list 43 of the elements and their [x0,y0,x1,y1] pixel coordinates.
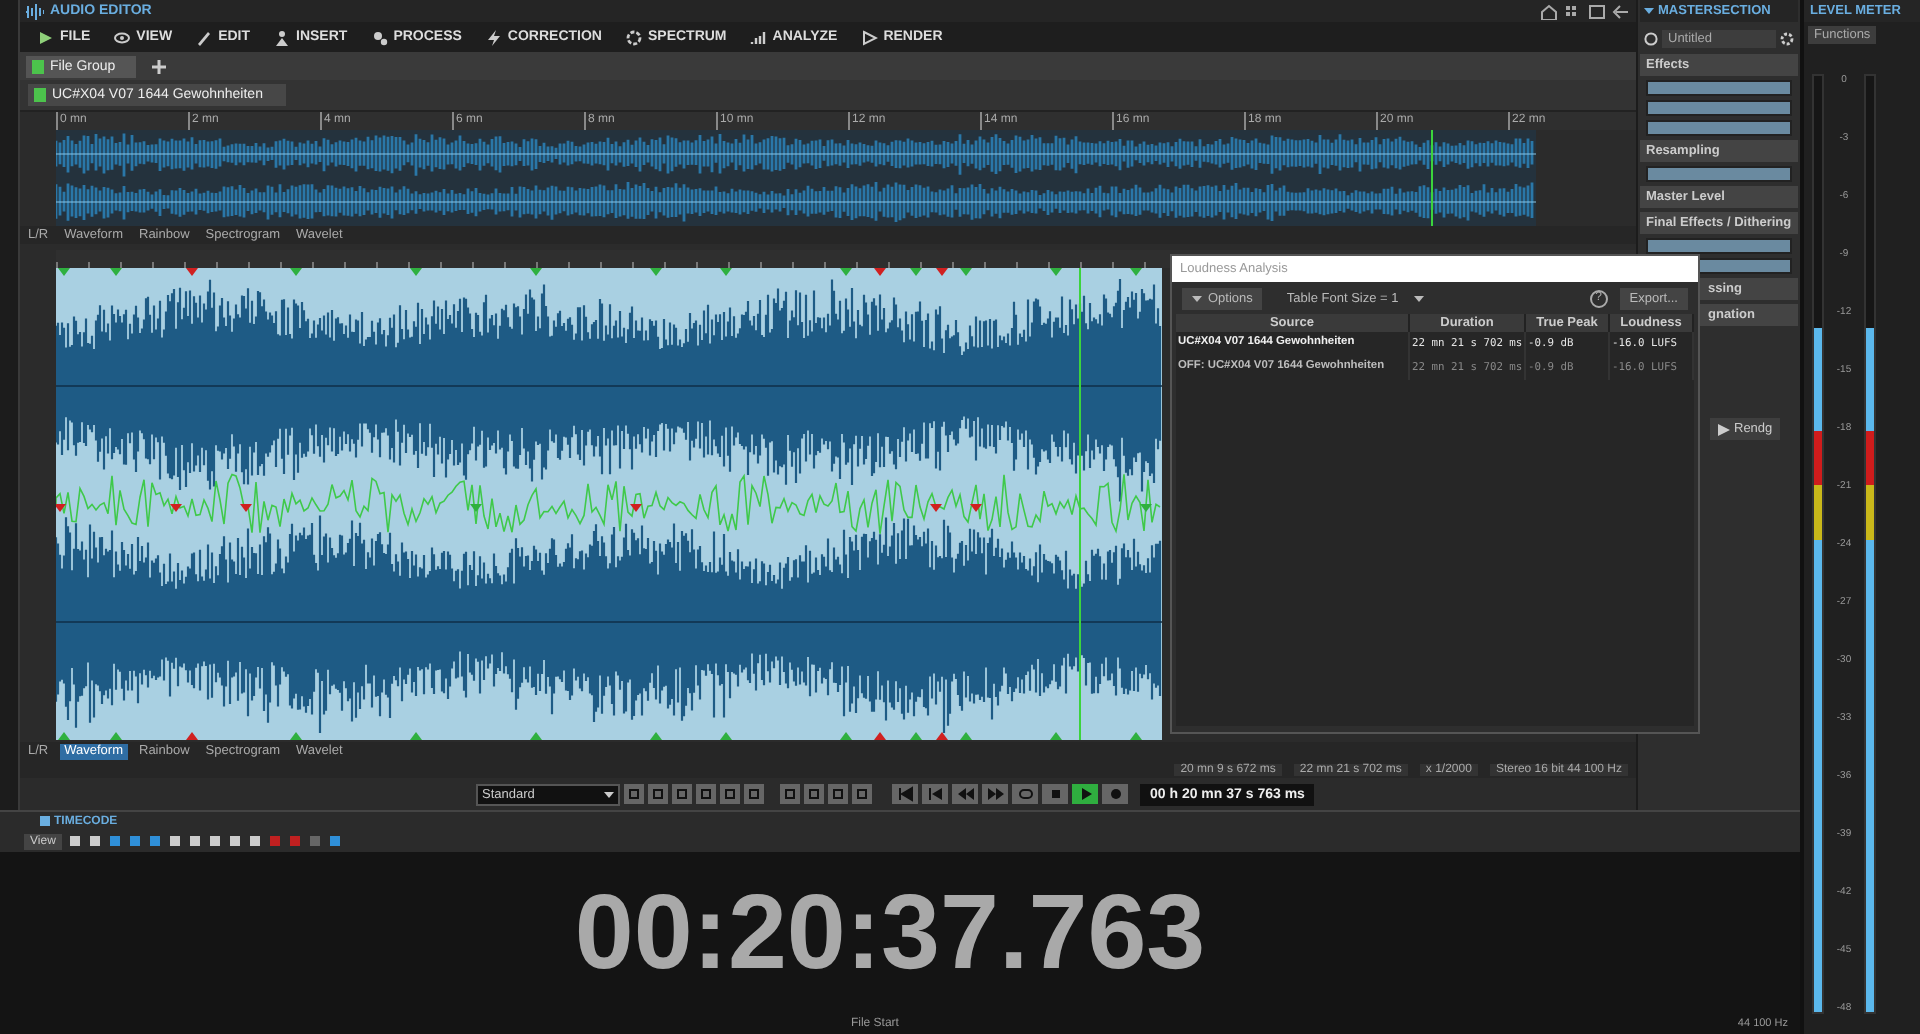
document-icon [32,59,44,73]
play-icon [861,29,878,45]
render-icon [1718,423,1730,435]
waveform-icon [26,3,44,19]
play-icon [1077,786,1093,802]
to-start-button[interactable] [892,784,918,804]
record-icon [1107,786,1123,802]
caret-icon [1192,295,1202,301]
grid-icon[interactable] [1564,3,1582,19]
bars-icon [750,29,767,45]
caret-icon [604,791,614,797]
stop-icon [1047,786,1063,802]
to-start-icon [897,786,913,802]
pen-icon [196,29,213,45]
caret-icon [1644,8,1654,14]
arrow-left-icon[interactable] [1612,3,1630,19]
dots-icon [371,29,388,45]
stop-button[interactable] [1042,784,1068,804]
loop-button[interactable] [1012,784,1038,804]
add-icon[interactable] [151,59,166,73]
record-button[interactable] [1102,784,1128,804]
prev-icon [927,786,943,802]
overview-waveform-drawing[interactable] [56,130,1536,226]
loop-icon [1017,786,1033,802]
settings-icon[interactable] [1780,31,1794,45]
home-icon[interactable] [1540,3,1558,19]
caret-icon [1414,295,1425,301]
window-icon[interactable] [1588,3,1606,19]
power-icon[interactable] [1644,31,1658,45]
rewind-icon [957,786,973,802]
eye-icon [114,29,131,45]
bolt-icon [485,29,502,45]
prev-button[interactable] [922,784,948,804]
person-icon [274,29,291,45]
waveform-drawing[interactable] [56,268,1162,740]
ring-icon [625,29,642,45]
forward-icon [987,786,1003,802]
play-icon [38,29,54,45]
forward-button[interactable] [982,784,1008,804]
document-icon [34,88,46,102]
timecode-display: 00:20:37.763 [574,871,1206,993]
rewind-button[interactable] [952,784,978,804]
play-button[interactable] [1072,784,1098,804]
